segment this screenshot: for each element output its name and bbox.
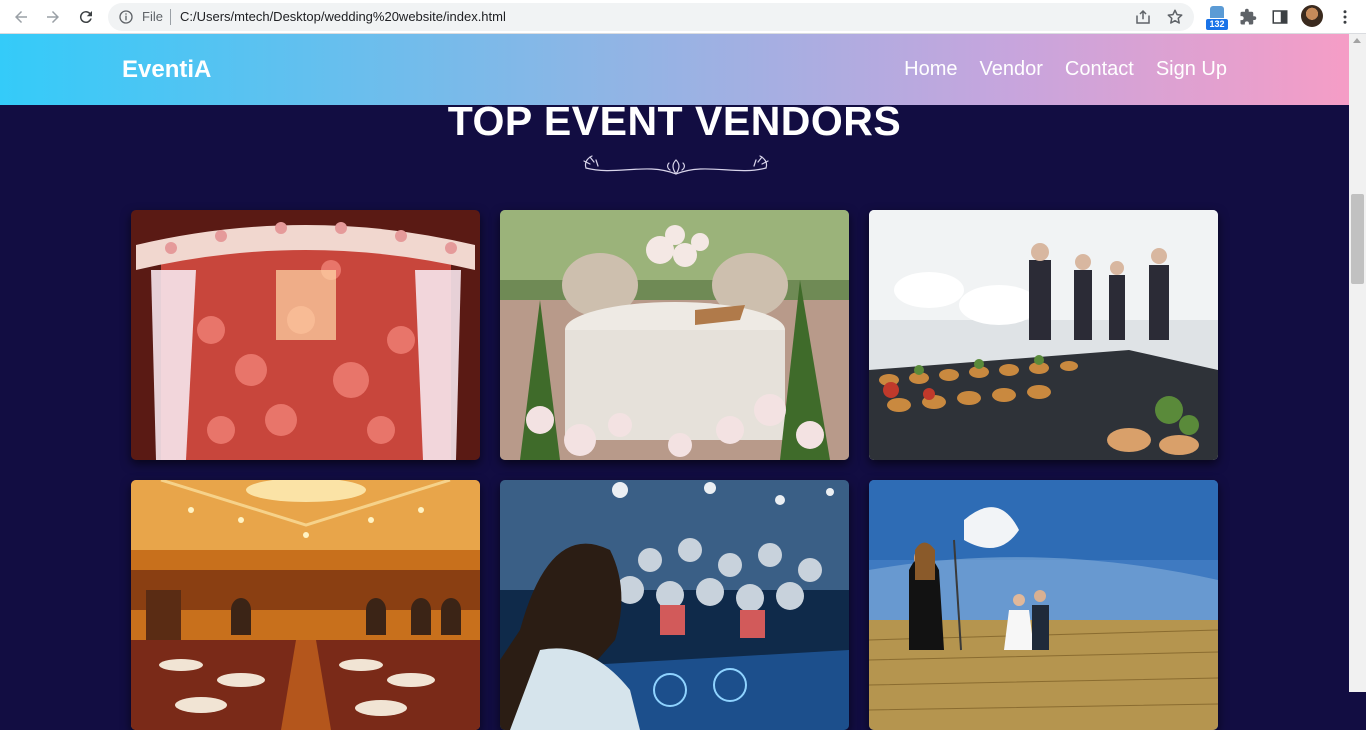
extension-badge-icon[interactable]: 132 bbox=[1206, 6, 1228, 30]
file-label: File bbox=[142, 9, 163, 24]
side-panel-icon[interactable] bbox=[1268, 5, 1292, 29]
extension-badge-count: 132 bbox=[1206, 19, 1228, 30]
info-icon[interactable] bbox=[118, 9, 134, 25]
vendor-card-venue[interactable] bbox=[131, 480, 480, 730]
nav-home[interactable]: Home bbox=[904, 58, 957, 81]
vendor-card-florist[interactable] bbox=[500, 210, 849, 460]
omnibox-divider bbox=[170, 9, 171, 25]
forward-arrow-icon[interactable] bbox=[41, 5, 65, 29]
kebab-menu-icon[interactable] bbox=[1333, 5, 1357, 29]
site-header: EventiA Home Vendor Contact Sign Up bbox=[0, 34, 1349, 105]
nav-vendor[interactable]: Vendor bbox=[980, 58, 1043, 81]
back-arrow-icon[interactable] bbox=[9, 5, 33, 29]
vendor-card-catering[interactable] bbox=[869, 210, 1218, 460]
browser-toolbar: File C:/Users/mtech/Desktop/wedding%20we… bbox=[0, 0, 1366, 34]
scroll-up-arrow-icon[interactable] bbox=[1353, 38, 1361, 43]
puzzle-icon[interactable] bbox=[1236, 5, 1260, 29]
brand-logo[interactable]: EventiA bbox=[122, 56, 211, 84]
share-icon[interactable] bbox=[1134, 8, 1152, 26]
nav-contact[interactable]: Contact bbox=[1065, 58, 1134, 81]
vendor-card-dj[interactable] bbox=[500, 480, 849, 730]
vendor-grid bbox=[131, 210, 1218, 730]
section-title: TOP EVENT VENDORS bbox=[447, 98, 902, 144]
floral-divider-ornament bbox=[583, 155, 769, 175]
scroll-thumb[interactable] bbox=[1351, 194, 1364, 284]
star-icon[interactable] bbox=[1166, 8, 1184, 26]
extension-cloud-icon bbox=[1210, 6, 1224, 18]
url-text[interactable]: C:/Users/mtech/Desktop/wedding%20website… bbox=[180, 9, 506, 24]
page-scrollbar[interactable] bbox=[1349, 34, 1366, 692]
nav-sign-up[interactable]: Sign Up bbox=[1156, 58, 1227, 81]
vendor-card-decoration[interactable] bbox=[131, 210, 480, 460]
profile-avatar[interactable] bbox=[1301, 5, 1323, 27]
reload-icon[interactable] bbox=[74, 5, 98, 29]
address-bar[interactable]: File C:/Users/mtech/Desktop/wedding%20we… bbox=[108, 3, 1194, 31]
main-nav: Home Vendor Contact Sign Up bbox=[904, 58, 1227, 81]
vendor-card-photography[interactable] bbox=[869, 480, 1218, 730]
